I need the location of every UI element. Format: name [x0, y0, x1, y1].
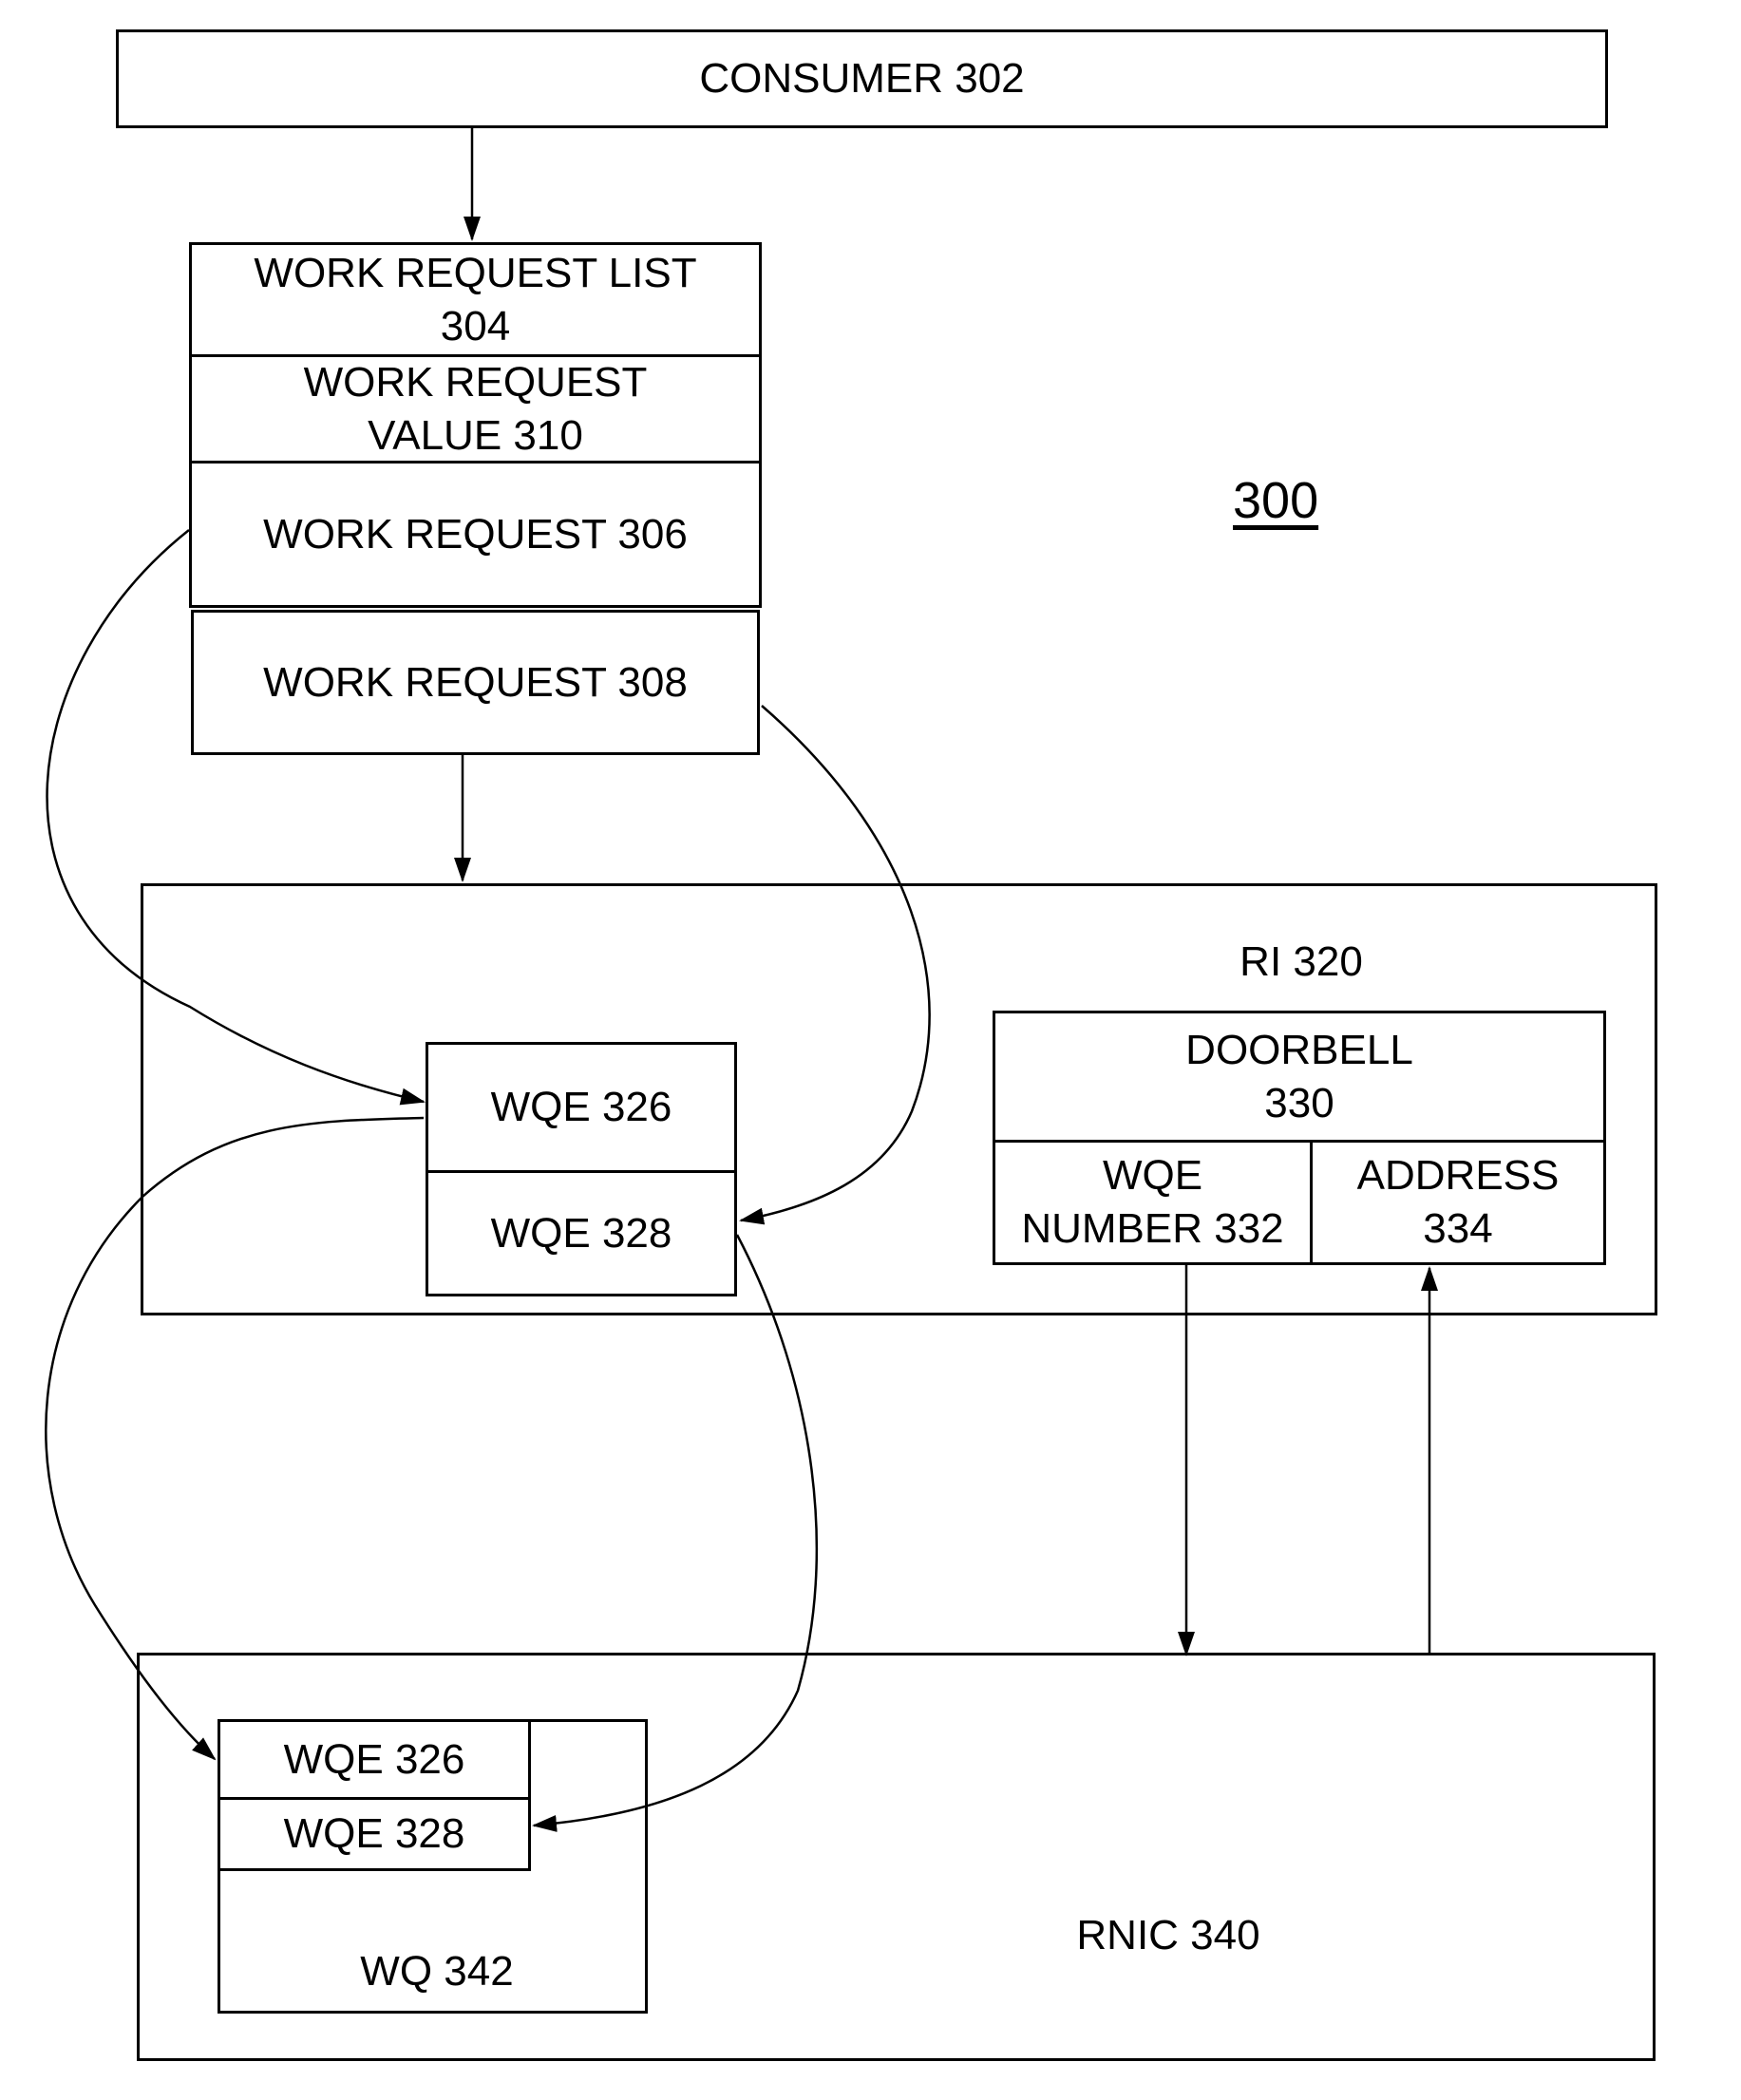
- ri-label: RI 320: [1240, 938, 1363, 985]
- wq-342-label: WQ 342: [360, 1948, 514, 1995]
- ri-wqe-328: WQE 328: [426, 1170, 737, 1296]
- consumer-box: CONSUMER 302: [116, 29, 1608, 128]
- wqe-number-332: WQE NUMBER 332: [993, 1140, 1313, 1265]
- doorbell-330: DOORBELL 330: [993, 1011, 1606, 1143]
- work-request-list-header: WORK REQUEST LIST 304: [189, 242, 762, 357]
- work-request-value: WORK REQUEST VALUE 310: [189, 354, 762, 464]
- figure-number: 300: [1233, 472, 1319, 529]
- wq-wqe-328: WQE 328: [218, 1797, 531, 1871]
- work-request-308: WORK REQUEST 308: [191, 610, 760, 755]
- wq-wqe-326: WQE 326: [218, 1719, 531, 1800]
- rnic-label: RNIC 340: [1076, 1912, 1260, 1958]
- work-request-306: WORK REQUEST 306: [189, 461, 762, 608]
- ri-wqe-326: WQE 326: [426, 1042, 737, 1173]
- address-334: ADDRESS 334: [1310, 1140, 1606, 1265]
- consumer-label: CONSUMER 302: [699, 55, 1025, 102]
